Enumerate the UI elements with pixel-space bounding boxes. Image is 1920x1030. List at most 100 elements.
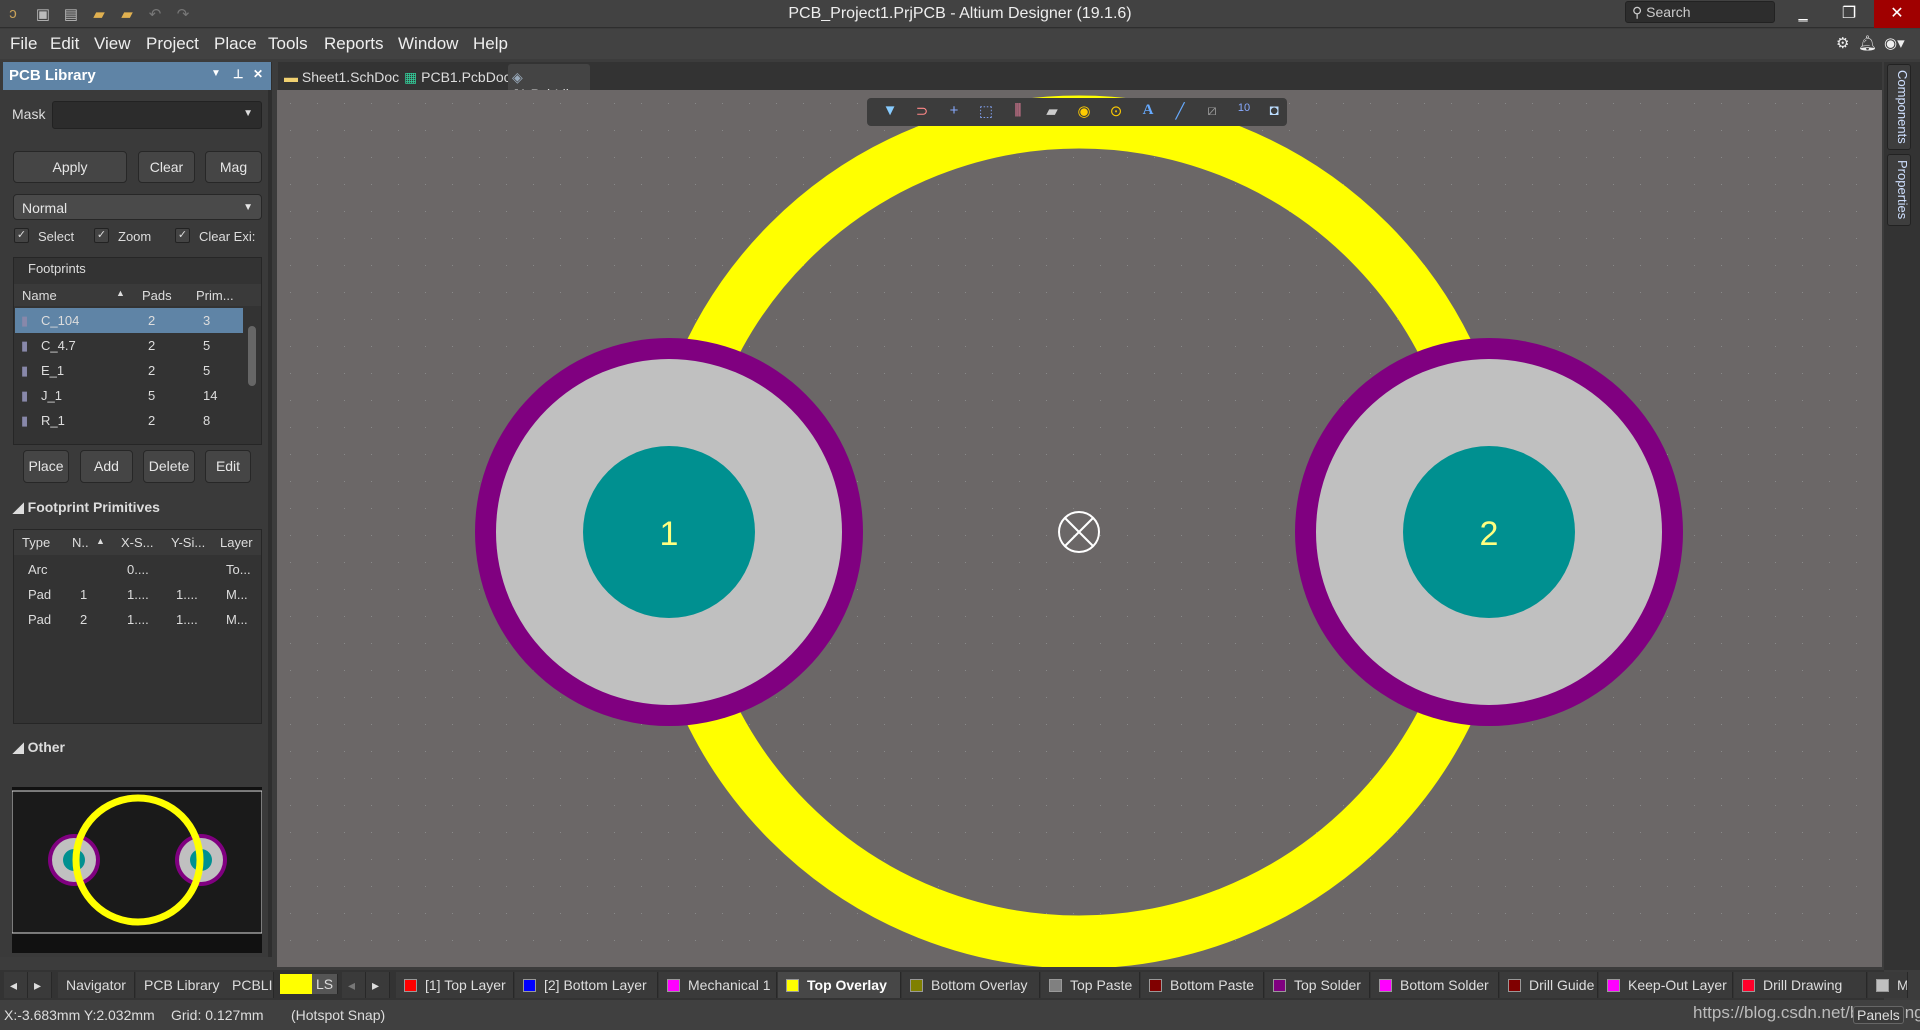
panel-scroll-left[interactable]: ◂	[4, 972, 28, 998]
layer-tab[interactable]: Bottom Solder	[1371, 972, 1499, 998]
menu-edit[interactable]: Edit	[50, 34, 79, 54]
pcblib-filter-panel-tab[interactable]: PCBLIB	[224, 972, 274, 998]
select-area-icon[interactable]: ⬚	[975, 102, 997, 122]
menu-file[interactable]: File	[10, 34, 37, 54]
menu-window[interactable]: Window	[398, 34, 458, 54]
primitive-row[interactable]: Pad 2 1.... 1.... M...	[15, 607, 260, 632]
layer-tab[interactable]: [1] Top Layer	[396, 972, 514, 998]
pad-icon[interactable]: ◉	[1073, 102, 1095, 122]
clear-existing-checkbox[interactable]: ✓	[175, 228, 190, 243]
mask-input[interactable]: ▼	[52, 101, 262, 129]
layer-tab[interactable]: Drill Drawing	[1734, 972, 1867, 998]
restore-button[interactable]: ❐	[1826, 0, 1872, 28]
components-panel-tab[interactable]: Components	[1887, 64, 1911, 150]
navigator-panel-tab[interactable]: Navigator	[58, 972, 135, 998]
align-icon[interactable]: ⫼	[1007, 102, 1029, 122]
layer-name: Bottom Paste	[1170, 977, 1255, 993]
primitive-row[interactable]: Pad 1 1.... 1.... M...	[15, 582, 260, 607]
other-title: Other	[27, 739, 65, 755]
edit-button[interactable]: Edit	[205, 450, 251, 483]
col-prim[interactable]: Prim...	[196, 288, 234, 303]
tab-sheet1-schdoc[interactable]: ▬ Sheet1.SchDoc	[280, 64, 403, 90]
scrollbar[interactable]	[248, 312, 256, 442]
primitives-section-toggle[interactable]: ◢ Footprint Primitives	[13, 499, 160, 516]
menu-help[interactable]: Help	[473, 34, 508, 54]
zoom-checkbox[interactable]: ✓	[94, 228, 109, 243]
footprint-row[interactable]: ▮ J_1 5 14	[15, 383, 243, 408]
col-type[interactable]: Type	[22, 535, 50, 550]
current-layer-swatch[interactable]	[280, 974, 312, 994]
menu-reports[interactable]: Reports	[324, 34, 384, 54]
pcb-canvas[interactable]: 1 2 ▼ ⊃ + ⬚ ⫼ ▰ ◉ ⊙ A ╱ ⧄ 10 ◘	[277, 90, 1882, 967]
region-icon[interactable]: ◘	[1263, 102, 1285, 122]
menu-view[interactable]: View	[94, 34, 131, 54]
footprints-list: Footprints Name ▲ Pads Prim... ▮ C_104 2 3 ▮…	[13, 257, 262, 445]
line-icon[interactable]: ╱	[1169, 102, 1191, 122]
notifications-icon[interactable]: 🔔︎	[1858, 34, 1877, 52]
layer-tab[interactable]: M	[1868, 972, 1908, 998]
properties-panel-tab[interactable]: Properties	[1887, 154, 1911, 226]
layer-scroll-right[interactable]: ▸	[366, 972, 390, 998]
layer-tab[interactable]: Top Solder	[1265, 972, 1370, 998]
layer-tab[interactable]: Top Overlay	[778, 972, 901, 998]
minimize-button[interactable]: ‗	[1780, 0, 1826, 28]
layer-tab[interactable]: [2] Bottom Layer	[515, 972, 658, 998]
layer-set-button[interactable]: LS	[312, 974, 339, 994]
magnify-button[interactable]: Mag	[205, 151, 262, 183]
close-button[interactable]: ✕	[1874, 0, 1920, 28]
footprint-icon: ▮	[21, 413, 29, 428]
col-name[interactable]: Name	[22, 288, 57, 303]
footprint-row[interactable]: ▮ R_1 2 8	[15, 408, 243, 433]
select-checkbox[interactable]: ✓	[14, 228, 29, 243]
layer-name: Top Overlay	[807, 977, 887, 993]
layer-tab[interactable]: Mechanical 1	[659, 972, 777, 998]
via-icon[interactable]: ⊙	[1105, 102, 1127, 122]
col-y-size[interactable]: Y-Si...	[171, 535, 205, 550]
layer-tab[interactable]: Drill Guide	[1500, 972, 1598, 998]
string-icon[interactable]: A	[1137, 102, 1159, 122]
pcb-library-panel-tab[interactable]: PCB Library	[136, 972, 229, 998]
pin-icon[interactable]: ⊥	[233, 67, 243, 81]
layer-tab[interactable]: Bottom Overlay	[902, 972, 1040, 998]
snap-icon[interactable]: ⊃	[911, 102, 933, 122]
account-icon[interactable]: ◉▾	[1884, 34, 1905, 52]
panel-scroll-right[interactable]: ▸	[28, 972, 52, 998]
layer-tab[interactable]: Top Paste	[1041, 972, 1140, 998]
apply-button[interactable]: Apply	[13, 151, 127, 183]
add-button[interactable]: Add	[80, 450, 133, 483]
sort-asc-icon: ▲	[116, 288, 125, 298]
footprint-row[interactable]: ▮ E_1 2 5	[15, 358, 243, 383]
tab-pcb1-pcbdoc[interactable]: ▦ PCB1.PcbDoc	[400, 64, 515, 90]
component-icon[interactable]: ▰	[1041, 102, 1063, 122]
col-layer[interactable]: Layer	[220, 535, 253, 550]
panels-button[interactable]: Panels	[1853, 1006, 1904, 1024]
keepout-icon[interactable]: ⧄	[1201, 102, 1223, 122]
snap-mode: (Hotspot Snap)	[291, 1007, 386, 1023]
menu-tools[interactable]: Tools	[268, 34, 308, 54]
place-button[interactable]: Place	[23, 450, 69, 483]
panel-close-icon[interactable]: ✕	[253, 67, 263, 81]
col-n[interactable]: N..	[72, 535, 89, 550]
other-section-toggle[interactable]: ◢ Other	[13, 739, 65, 756]
menu-place[interactable]: Place	[214, 34, 257, 54]
tab-j1-pcblib[interactable]: ◈ J1.PcbLib	[508, 64, 590, 102]
delete-button[interactable]: Delete	[143, 450, 195, 483]
crosshair-icon[interactable]: +	[943, 102, 965, 122]
col-pads[interactable]: Pads	[142, 288, 172, 303]
col-x-size[interactable]: X-S...	[121, 535, 154, 550]
menu-project[interactable]: Project	[146, 34, 199, 54]
clear-button[interactable]: Clear	[138, 151, 195, 183]
footprint-row[interactable]: ▮ C_104 2 3	[15, 308, 243, 333]
layer-tab[interactable]: Keep-Out Layer	[1599, 972, 1733, 998]
primitive-row[interactable]: Arc 0.... To...	[15, 557, 260, 582]
search-input[interactable]: ⚲ Search	[1625, 1, 1775, 23]
footprint-row[interactable]: ▮ C_4.7 2 5	[15, 333, 243, 358]
layer-scroll-left[interactable]: ◂	[342, 972, 366, 998]
panel-menu-icon[interactable]: ▼	[211, 68, 221, 79]
mode-select[interactable]: Normal ▼	[13, 194, 262, 220]
settings-icon[interactable]: ⚙	[1836, 34, 1849, 52]
filter-icon[interactable]: ▼	[879, 102, 901, 122]
layer-tab[interactable]: Bottom Paste	[1141, 972, 1264, 998]
footprint-name: R_1	[41, 413, 65, 428]
dimension-icon[interactable]: 10	[1233, 102, 1255, 122]
